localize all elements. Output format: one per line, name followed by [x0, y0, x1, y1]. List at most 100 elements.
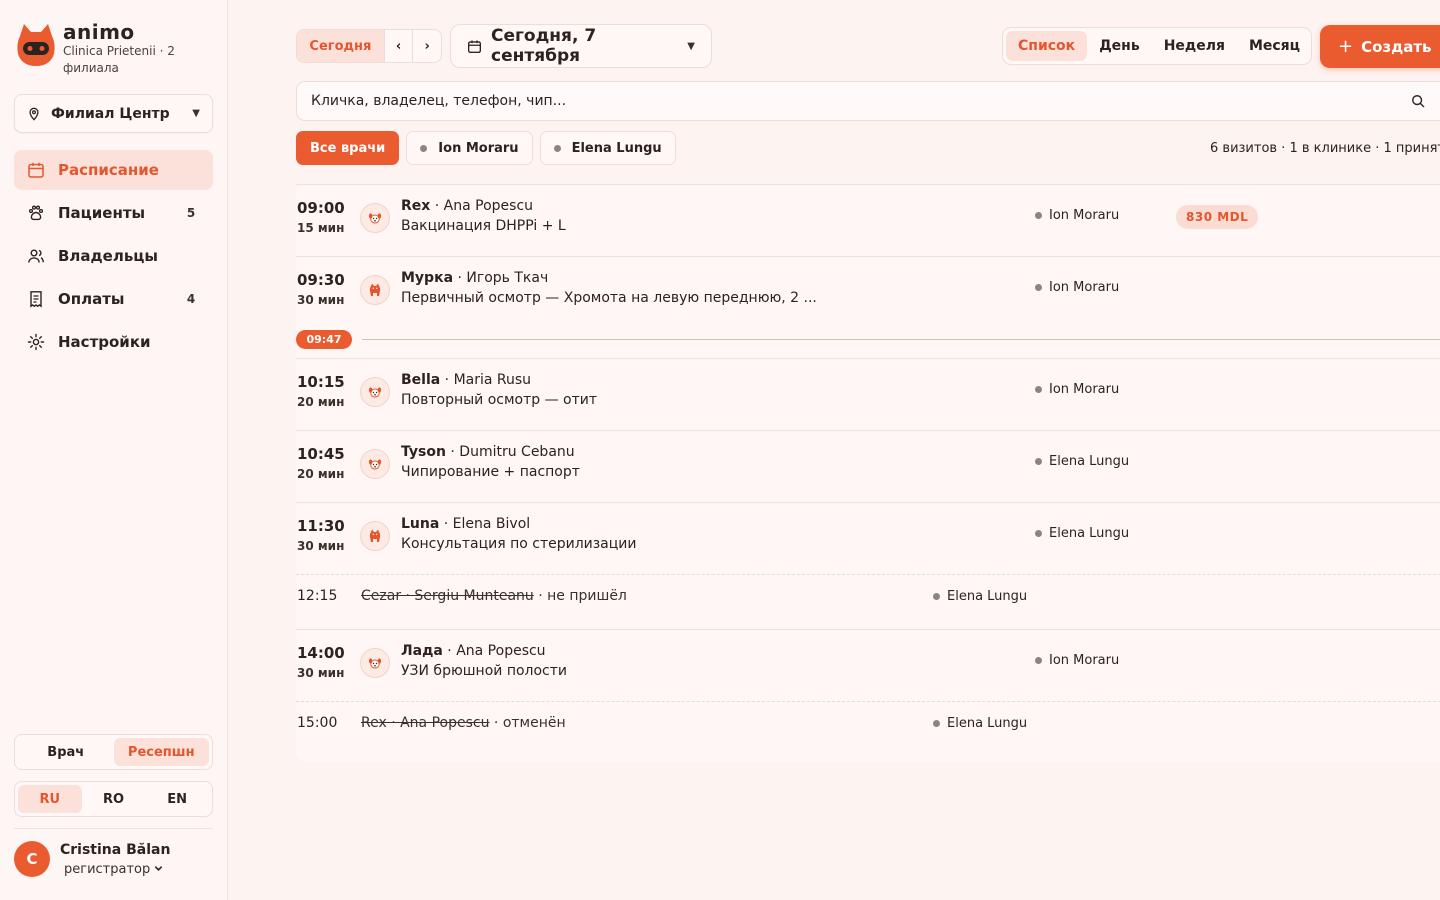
plus-icon: +	[1338, 36, 1354, 57]
appointment-row[interactable]: 11:30 30 мин Luna · Elena Bivol Консульт…	[296, 502, 1440, 568]
price-badge: 830 MDL	[1176, 205, 1259, 229]
user-role-menu[interactable]: регистратор	[60, 862, 170, 877]
doctor-dot	[1035, 284, 1042, 291]
next-day-button[interactable]: ›	[412, 30, 441, 62]
calendar-icon	[26, 160, 46, 180]
doctor-name: Elena Lungu	[1049, 526, 1130, 541]
nav-label: Пациенты	[58, 204, 146, 222]
doctor-name: Elena Lungu	[947, 589, 1028, 604]
nav-item-settings[interactable]: Настройки	[14, 322, 213, 362]
date-nav: Сегодня ‹ ›	[296, 29, 442, 63]
appointment-row[interactable]: 09:00 15 мин Rex · Ana Popescu Вакцинаци…	[296, 184, 1440, 250]
view-month-tab[interactable]: Месяц	[1237, 31, 1312, 61]
appointment-duration: 30 мин	[297, 666, 345, 680]
nav-item-payments[interactable]: Оплаты 4	[14, 279, 213, 319]
appointment-duration: 20 мин	[297, 395, 345, 409]
view-list-tab[interactable]: Список	[1006, 31, 1088, 61]
appointment-doctor: Elena Lungu	[933, 716, 1027, 731]
owner-name: Dumitru Cebanu	[459, 444, 575, 460]
create-button[interactable]: + Создать	[1320, 25, 1440, 68]
lang-ro-option[interactable]: RO	[82, 785, 146, 813]
appointment-title: Лада · Ana Popescu	[401, 643, 546, 659]
role-toggle: Врач Ресепшн	[14, 734, 213, 770]
chevron-down-icon	[155, 865, 163, 871]
appointment-description: УЗИ брюшной полости	[401, 663, 567, 679]
view-week-tab[interactable]: Неделя	[1152, 31, 1237, 61]
brand-name: animo	[63, 20, 135, 44]
appointment-title: Tyson · Dumitru Cebanu	[401, 444, 575, 460]
role-doctor-option[interactable]: Врач	[18, 738, 114, 766]
appointment-time: 12:15	[297, 588, 338, 604]
search-input[interactable]	[311, 93, 1440, 109]
cancelled-appointment-row[interactable]: 12:15 Cezar · Sergiu Munteanu · не пришё…	[296, 574, 1440, 624]
branch-label: Филиал Центр	[51, 105, 170, 122]
appointment-duration: 30 мин	[297, 539, 345, 553]
logo-icon	[16, 22, 56, 68]
appointment-doctor: Ion Moraru	[1035, 382, 1119, 397]
doctor-dot	[553, 144, 561, 152]
appointment-time: 11:30	[297, 517, 345, 535]
doctor-dot	[420, 144, 428, 152]
user-profile[interactable]: C Cristina Bălan регистратор	[14, 828, 213, 877]
search-bar	[296, 81, 1440, 121]
appointment-description: Чипирование + паспорт	[401, 464, 580, 480]
nav-label: Владельцы	[58, 247, 158, 265]
lang-ru-option[interactable]: RU	[18, 785, 82, 813]
role-reception-option[interactable]: Ресепшн	[113, 738, 209, 766]
appointment-description: Повторный осмотр — отит	[401, 392, 598, 408]
brand[interactable]: animo Clinica Prietenii · 2 филиала	[16, 22, 193, 77]
chevron-down-icon: ▼	[192, 108, 200, 119]
branch-select[interactable]: Филиал Центр ▼	[14, 94, 213, 133]
nav-label: Оплаты	[58, 290, 125, 308]
appointment-description: Вакцинация DHPPi + L	[401, 218, 566, 234]
appointment-row[interactable]: 14:00 30 мин Лада · Ana Popescu УЗИ брюш…	[296, 629, 1440, 695]
appointment-row[interactable]: 10:15 20 мин Bella · Maria Rusu Повторны…	[296, 358, 1440, 424]
filter-doctor-chip[interactable]: Ion Moraru	[406, 131, 533, 165]
paw-icon	[26, 203, 46, 223]
appointment-row[interactable]: 09:30 30 мин Мурка · Игорь Ткач Первичны…	[296, 256, 1440, 322]
doctor-dot	[1035, 386, 1042, 393]
nav-count: 4	[186, 292, 196, 306]
owner-name: Ana Popescu	[443, 198, 534, 214]
appointment-time: 09:30	[297, 271, 345, 289]
pet-name: Rex	[401, 198, 431, 214]
appointment-duration: 30 мин	[297, 293, 345, 307]
view-day-tab[interactable]: День	[1087, 31, 1152, 61]
gear-icon	[26, 332, 46, 352]
current-time-line	[362, 339, 1440, 340]
appointment-title: Rex · Ana Popescu · отменён	[361, 715, 566, 731]
search-icon[interactable]	[1411, 94, 1425, 108]
filter-all-doctors[interactable]: Все врачи	[296, 131, 400, 165]
create-label: Создать	[1361, 37, 1432, 56]
appointment-title: Luna · Elena Bivol	[401, 516, 531, 532]
location-pin-icon	[29, 107, 39, 121]
owner-name: Elena Bivol	[452, 516, 531, 532]
owner-name: Игорь Ткач	[466, 270, 549, 286]
language-toggle: RU RO EN	[14, 781, 213, 817]
users-icon	[26, 246, 46, 266]
appointment-duration: 20 мин	[297, 467, 345, 481]
prev-day-button[interactable]: ‹	[383, 30, 413, 62]
appointment-time: 14:00	[297, 644, 345, 662]
filter-doctor-chip[interactable]: Elena Lungu	[539, 131, 676, 165]
doctor-name: Ion Moraru	[1049, 382, 1120, 397]
doctor-dot	[1035, 530, 1042, 537]
appointment-time: 15:00	[297, 715, 338, 731]
appointment-duration: 15 мин	[297, 221, 345, 235]
lang-en-option[interactable]: EN	[145, 785, 209, 813]
appointment-status: не пришёл	[547, 588, 627, 604]
pet-name: Мурка	[401, 270, 454, 286]
date-picker[interactable]: Сегодня, 7 сентября ▼	[450, 24, 712, 68]
current-time-badge: 09:47	[296, 330, 352, 349]
today-button[interactable]: Сегодня	[297, 30, 384, 62]
appointment-row[interactable]: 10:45 20 мин Tyson · Dumitru Cebanu Чипи…	[296, 430, 1440, 496]
nav-item-patients[interactable]: Пациенты 5	[14, 193, 213, 233]
pet-name: Bella	[401, 372, 441, 388]
appointment-description: Первичный осмотр — Хромота на левую пере…	[401, 290, 817, 306]
doctor-name: Elena Lungu	[1049, 454, 1130, 469]
nav-item-owners[interactable]: Владельцы	[14, 236, 213, 276]
nav-item-schedule[interactable]: Расписание	[14, 150, 213, 190]
owner-name: Ana Popescu	[456, 643, 546, 659]
nav-count: 5	[186, 206, 196, 220]
cancelled-appointment-row[interactable]: 15:00 Rex · Ana Popescu · отменён Elena …	[296, 701, 1440, 751]
